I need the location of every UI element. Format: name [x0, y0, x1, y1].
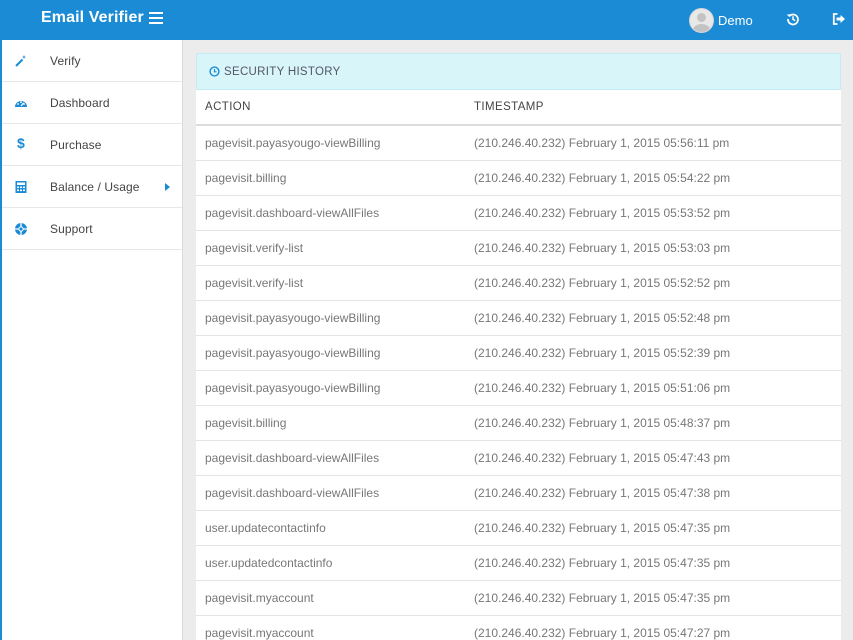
action-cell: user.updatedcontactinfo: [196, 545, 465, 581]
sidebar-item-support[interactable]: Support: [2, 208, 182, 250]
sidebar-item-verify[interactable]: Verify: [2, 40, 182, 82]
table-row: user.updatecontactinfo (210.246.40.232) F…: [196, 510, 841, 546]
sidebar-item-label: Dashboard: [50, 96, 110, 110]
timestamp-cell: (210.246.40.232) February 1, 2015 05:52:…: [465, 335, 841, 371]
table-row: pagevisit.billing (210.246.40.232) Februa…: [196, 160, 841, 196]
timestamp-cell: (210.246.40.232) February 1, 2015 05:47:…: [465, 615, 841, 640]
action-cell: user.updatecontactinfo: [196, 510, 465, 546]
user-menu[interactable]: Demo: [689, 7, 753, 33]
table-row: pagevisit.dashboard-viewAllFiles (210.246…: [196, 440, 841, 476]
table-row: pagevisit.payasyougo-viewBilling (210.246…: [196, 370, 841, 406]
action-cell: pagevisit.payasyougo-viewBilling: [196, 300, 465, 336]
sidebar-item-label: Balance / Usage: [50, 180, 140, 194]
table-row: pagevisit.payasyougo-viewBilling (210.246…: [196, 125, 841, 161]
sidebar-item-label: Verify: [50, 54, 81, 68]
action-cell: pagevisit.verify-list: [196, 265, 465, 301]
action-cell: pagevisit.payasyougo-viewBilling: [196, 125, 465, 161]
sidebar-item-purchase[interactable]: $ Purchase: [2, 124, 182, 166]
column-header-timestamp: TIMESTAMP: [465, 90, 841, 126]
caret-right-icon: [165, 183, 170, 191]
security-history-panel: SECURITY HISTORY ACTION TIMESTAMP pagevi…: [196, 53, 841, 640]
table-row: pagevisit.payasyougo-viewBilling (210.246…: [196, 335, 841, 371]
timestamp-cell: (210.246.40.232) February 1, 2015 05:47:…: [465, 440, 841, 476]
table-row: pagevisit.billing (210.246.40.232) Februa…: [196, 405, 841, 441]
security-history-table: ACTION TIMESTAMP pagevisit.payasyougo-vi…: [196, 90, 841, 640]
action-cell: pagevisit.dashboard-viewAllFiles: [196, 475, 465, 511]
panel-title: SECURITY HISTORY: [224, 66, 341, 78]
table-row: pagevisit.myaccount (210.246.40.232) Febr…: [196, 580, 841, 616]
hamburger-icon[interactable]: [149, 12, 163, 24]
sidebar-item-label: Purchase: [50, 138, 102, 152]
clock-icon: [209, 66, 220, 77]
timestamp-cell: (210.246.40.232) February 1, 2015 05:47:…: [465, 580, 841, 616]
action-cell: pagevisit.billing: [196, 160, 465, 196]
table-header-row: ACTION TIMESTAMP: [196, 90, 841, 126]
column-header-action: ACTION: [196, 90, 465, 126]
action-cell: pagevisit.myaccount: [196, 580, 465, 616]
action-cell: pagevisit.dashboard-viewAllFiles: [196, 195, 465, 231]
action-cell: pagevisit.dashboard-viewAllFiles: [196, 440, 465, 476]
timestamp-cell: (210.246.40.232) February 1, 2015 05:54:…: [465, 160, 841, 196]
action-cell: pagevisit.billing: [196, 405, 465, 441]
timestamp-cell: (210.246.40.232) February 1, 2015 05:56:…: [465, 125, 841, 161]
timestamp-cell: (210.246.40.232) February 1, 2015 05:52:…: [465, 300, 841, 336]
dashboard-icon: [15, 101, 27, 107]
action-cell: pagevisit.payasyougo-viewBilling: [196, 335, 465, 371]
timestamp-cell: (210.246.40.232) February 1, 2015 05:47:…: [465, 510, 841, 546]
action-cell: pagevisit.myaccount: [196, 615, 465, 640]
action-cell: pagevisit.payasyougo-viewBilling: [196, 370, 465, 406]
life-ring-icon: [15, 223, 27, 235]
timestamp-cell: (210.246.40.232) February 1, 2015 05:53:…: [465, 230, 841, 266]
timestamp-cell: (210.246.40.232) February 1, 2015 05:53:…: [465, 195, 841, 231]
sidebar-item-dashboard[interactable]: Dashboard: [2, 82, 182, 124]
table-row: pagevisit.dashboard-viewAllFiles (210.246…: [196, 195, 841, 231]
table-row: pagevisit.payasyougo-viewBilling (210.246…: [196, 300, 841, 336]
timestamp-cell: (210.246.40.232) February 1, 2015 05:47:…: [465, 545, 841, 581]
table-row: pagevisit.dashboard-viewAllFiles (210.246…: [196, 475, 841, 511]
table-row: pagevisit.verify-list (210.246.40.232) Fe…: [196, 230, 841, 266]
user-name: Demo: [718, 12, 753, 28]
timestamp-cell: (210.246.40.232) February 1, 2015 05:51:…: [465, 370, 841, 406]
logout-icon[interactable]: [832, 12, 846, 26]
history-icon[interactable]: [786, 12, 800, 26]
panel-header: SECURITY HISTORY: [196, 53, 841, 90]
dollar-icon: $: [17, 135, 25, 151]
magic-wand-icon: [15, 55, 27, 67]
timestamp-cell: (210.246.40.232) February 1, 2015 05:52:…: [465, 265, 841, 301]
top-navbar: Email Verifier Demo: [0, 0, 853, 40]
sidebar: Verify Dashboard $ Purchase Balance / Us…: [0, 40, 183, 640]
sidebar-item-label: Support: [50, 222, 93, 236]
avatar: [689, 7, 714, 33]
table-row: pagevisit.myaccount (210.246.40.232) Febr…: [196, 615, 841, 640]
table-row: pagevisit.verify-list (210.246.40.232) Fe…: [196, 265, 841, 301]
sidebar-item-balance-usage[interactable]: Balance / Usage: [2, 166, 182, 208]
timestamp-cell: (210.246.40.232) February 1, 2015 05:47:…: [465, 475, 841, 511]
calculator-icon: [15, 181, 27, 193]
table-row: user.updatedcontactinfo (210.246.40.232) …: [196, 545, 841, 581]
timestamp-cell: (210.246.40.232) February 1, 2015 05:48:…: [465, 405, 841, 441]
action-cell: pagevisit.verify-list: [196, 230, 465, 266]
app-title[interactable]: Email Verifier: [41, 9, 144, 27]
